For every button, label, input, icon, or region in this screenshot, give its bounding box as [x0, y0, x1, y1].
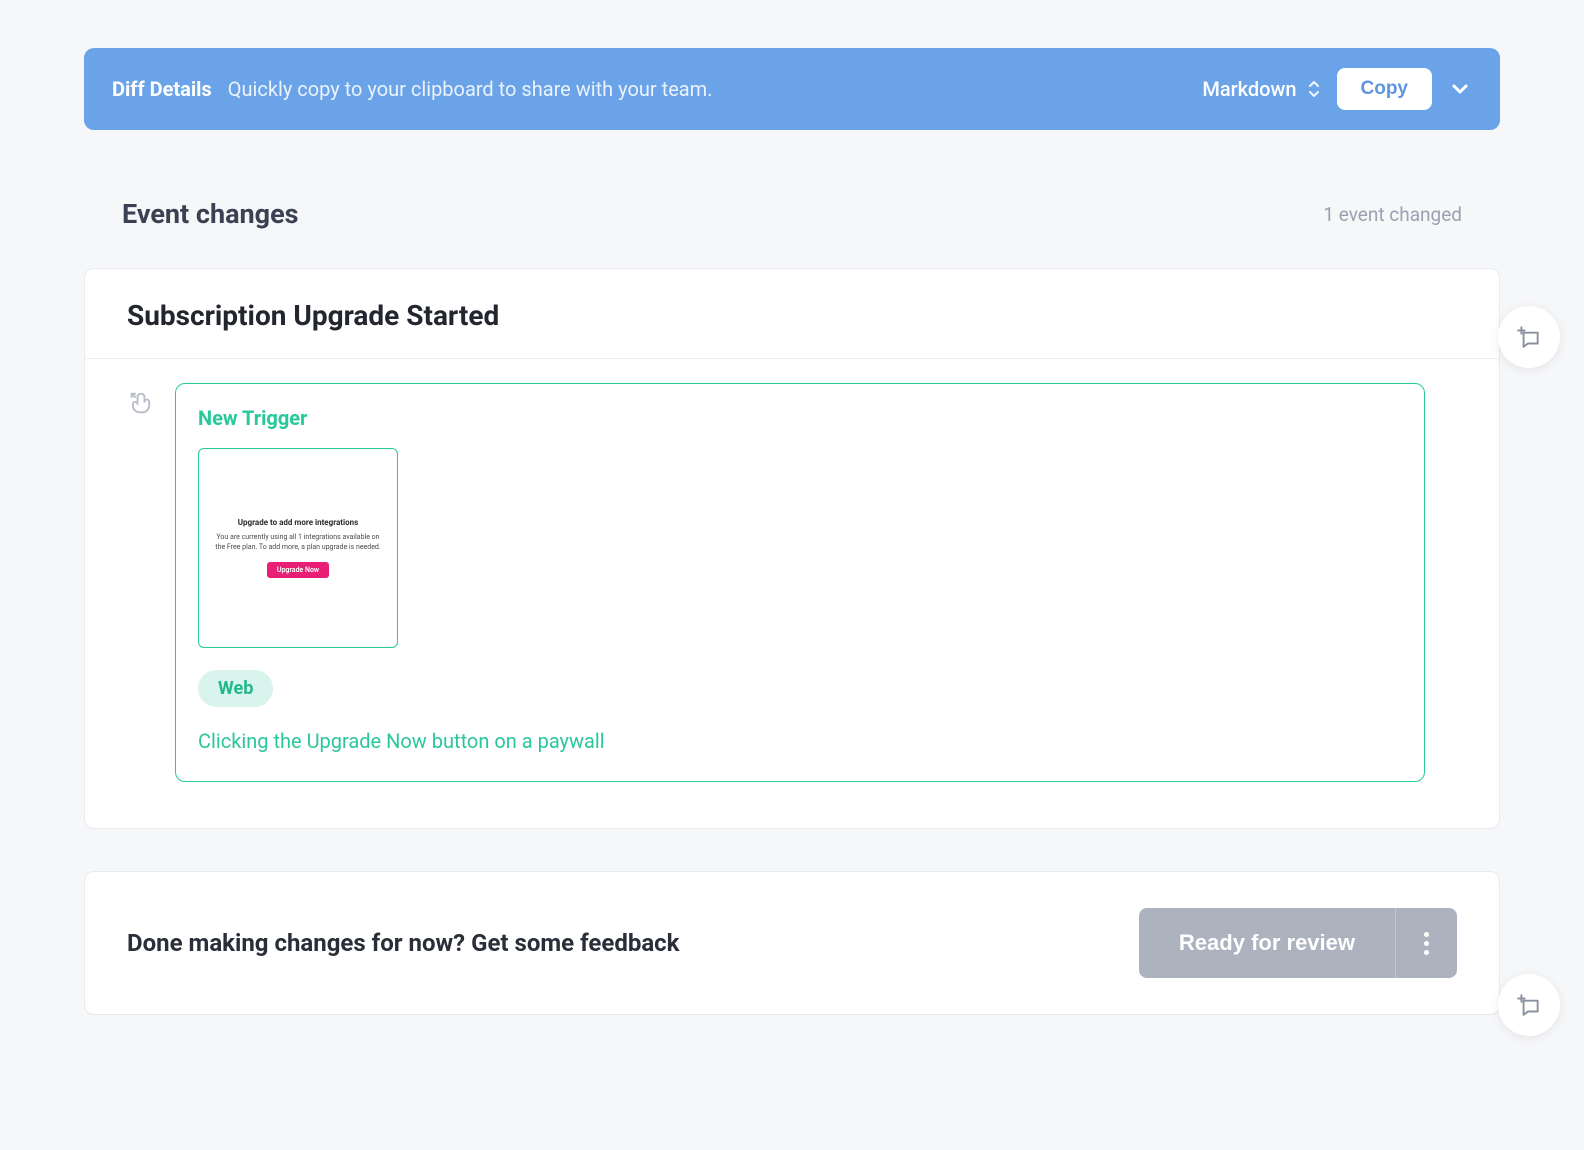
trigger-thumbnail[interactable]: Upgrade to add more integrations You are…	[198, 448, 398, 648]
format-selected-label: Markdown	[1202, 77, 1296, 101]
copy-button[interactable]: Copy	[1337, 68, 1433, 110]
expand-toggle[interactable]	[1448, 77, 1472, 101]
trigger-box: New Trigger Upgrade to add more integrat…	[175, 383, 1425, 782]
feedback-prompt: Done making changes for now? Get some fe…	[127, 929, 680, 957]
thumb-button: Upgrade Now	[267, 562, 329, 578]
diff-details-banner: Diff Details Quickly copy to your clipbo…	[84, 48, 1500, 130]
diff-subtitle: Quickly copy to your clipboard to share …	[228, 77, 713, 101]
ready-for-review-button[interactable]: Ready for review	[1139, 908, 1395, 978]
ready-button-group: Ready for review	[1139, 908, 1457, 978]
platform-badge: Web	[198, 670, 273, 707]
ready-more-button[interactable]	[1395, 908, 1457, 978]
diff-title: Diff Details	[112, 77, 212, 101]
format-select[interactable]: Markdown	[1202, 77, 1320, 101]
dots-vertical-icon	[1424, 932, 1429, 955]
select-updown-icon	[1307, 80, 1321, 98]
comment-plus-icon	[1516, 992, 1542, 1018]
add-comment-button[interactable]	[1498, 974, 1560, 1036]
section-count: 1 event changed	[1323, 203, 1462, 226]
add-comment-button[interactable]	[1498, 306, 1560, 368]
thumb-desc: You are currently using all 1 integratio…	[209, 533, 387, 551]
event-title: Subscription Upgrade Started	[127, 299, 1457, 332]
feedback-card: Done making changes for now? Get some fe…	[84, 871, 1500, 1015]
section-title: Event changes	[122, 198, 299, 230]
event-card: Subscription Upgrade Started New Trigger…	[84, 268, 1500, 829]
chevron-down-icon	[1448, 77, 1472, 101]
trigger-icon	[127, 389, 155, 782]
trigger-label: New Trigger	[198, 406, 1402, 430]
section-header: Event changes 1 event changed	[122, 198, 1500, 230]
thumb-title: Upgrade to add more integrations	[238, 518, 358, 527]
trigger-description: Clicking the Upgrade Now button on a pay…	[198, 729, 1402, 753]
comment-plus-icon	[1516, 324, 1542, 350]
